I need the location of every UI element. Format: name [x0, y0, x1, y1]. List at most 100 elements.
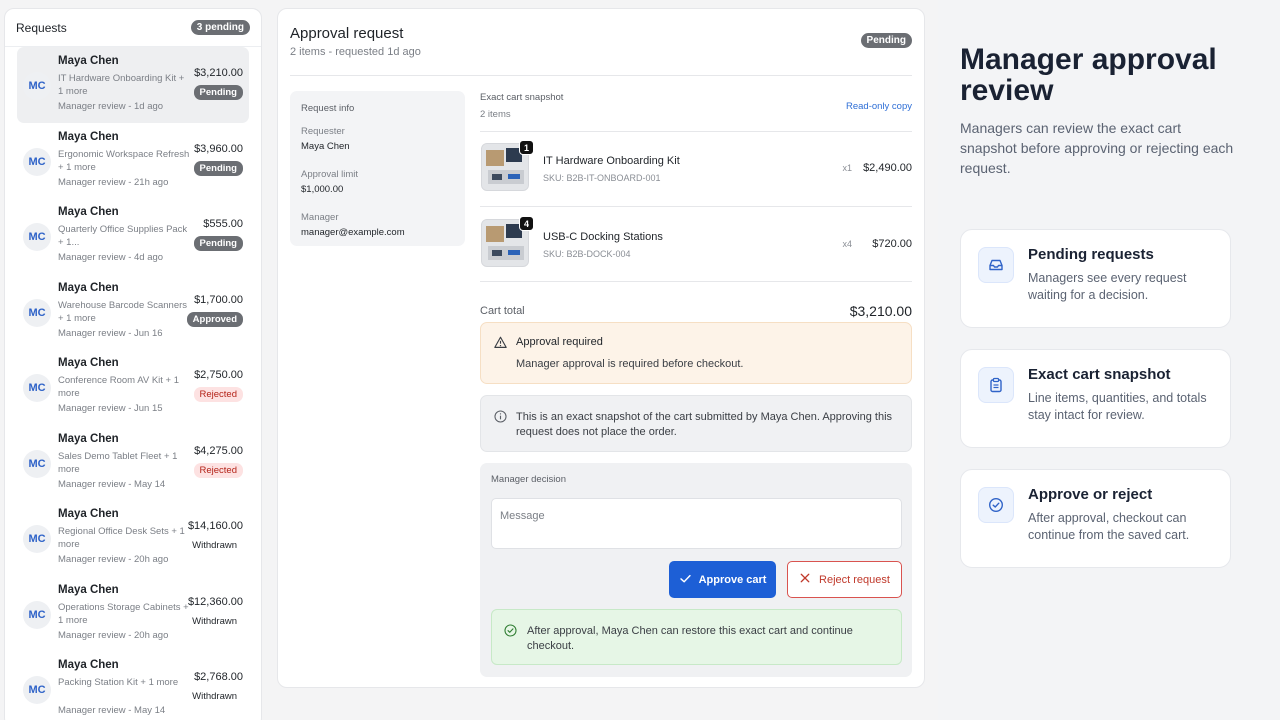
avatar: MC — [23, 374, 51, 402]
requests-header: Requests 3 pending — [5, 9, 261, 47]
quantity-badge: 4 — [519, 216, 534, 231]
requester-label: Requester — [301, 126, 345, 137]
request-meta: Manager review - May 14 — [58, 705, 166, 716]
request-meta: Manager review - Jun 15 — [58, 403, 163, 414]
request-info-title: Request info — [301, 103, 355, 114]
request-item[interactable]: MC Maya Chen Quarterly Office Supplies P… — [17, 198, 249, 274]
divider — [480, 281, 912, 282]
request-item[interactable]: MC Maya Chen Ergonomic Workspace Refresh… — [17, 123, 249, 199]
avatar: MC — [23, 223, 51, 251]
requests-panel: Requests 3 pending MC Maya Chen IT Hardw… — [4, 8, 262, 720]
avatar: MC — [23, 449, 51, 478]
restore-notice-text: After approval, Maya Chen can restore th… — [527, 625, 853, 652]
clipboard-icon — [978, 367, 1014, 403]
approve-cart-button[interactable]: Approve cart — [669, 561, 776, 598]
request-item[interactable]: MC Maya Chen Operations Storage Cabinets… — [17, 576, 249, 652]
restore-cart-notice: After approval, Maya Chen can restore th… — [491, 609, 902, 665]
item-price: $2,490.00 — [863, 162, 912, 174]
item-name: USB-C Docking Stations — [543, 231, 663, 243]
status-badge: Pending — [193, 160, 243, 176]
request-meta: Manager review - May 14 — [58, 478, 166, 490]
status-badge: Withdrawn — [186, 689, 243, 704]
request-meta: Manager review - Jun 16 — [58, 327, 163, 339]
request-meta: Manager review - 1d ago — [58, 101, 164, 112]
request-name: Maya Chen — [58, 583, 119, 596]
reject-label: Reject request — [819, 573, 890, 586]
warning-icon — [494, 336, 507, 354]
info-note-text: This is an exact snapshot of the cart su… — [516, 411, 893, 438]
item-sku: SKU: B2B-DOCK-004 — [543, 249, 631, 259]
check-icon — [679, 572, 692, 588]
request-description: Ergonomic Workspace Refresh + 1 more — [58, 148, 190, 173]
requester-value: Maya Chen — [301, 141, 350, 152]
request-name: Maya Chen — [58, 357, 119, 369]
request-name: Maya Chen — [58, 206, 119, 218]
request-item[interactable]: MC Maya Chen Conference Room AV Kit + 1 … — [17, 349, 249, 425]
request-item[interactable]: MC Maya Chen Sales Demo Tablet Fleet + 1… — [17, 425, 249, 501]
page-title: Approval request — [290, 25, 404, 42]
approval-limit-label: Approval limit — [301, 169, 359, 180]
item-name: IT Hardware Onboarding Kit — [543, 155, 680, 167]
request-meta: Manager review - 20h ago — [58, 629, 169, 641]
request-item[interactable]: MC Maya Chen IT Hardware Onboarding Kit … — [17, 47, 249, 123]
close-icon — [799, 572, 811, 587]
check-circle-icon — [978, 487, 1014, 523]
reject-request-button[interactable]: Reject request — [787, 561, 902, 598]
request-item[interactable]: MC Maya Chen Packing Station Kit + 1 mor… — [17, 651, 249, 720]
request-description: Conference Room AV Kit + 1 more — [58, 375, 180, 399]
manager-value: manager@example.com — [301, 227, 405, 238]
request-amount: $1,700.00 — [194, 293, 243, 306]
request-name: Maya Chen — [58, 508, 119, 520]
request-description: Packing Station Kit + 1 more — [58, 677, 179, 688]
app-area: Requests 3 pending MC Maya Chen IT Hardw… — [0, 0, 938, 720]
avatar: MC — [23, 147, 51, 176]
request-description: Quarterly Office Supplies Pack + 1... — [58, 224, 188, 248]
feature-overview: Manager approval review Managers can rev… — [938, 0, 1280, 720]
request-meta: Manager review - 21h ago — [58, 176, 169, 188]
request-description: Regional Office Desk Sets + 1 more — [58, 526, 185, 550]
request-name: Maya Chen — [58, 281, 119, 294]
requests-title: Requests — [16, 20, 67, 35]
item-sku: SKU: B2B-IT-ONBOARD-001 — [543, 173, 661, 183]
request-name: Maya Chen — [58, 659, 119, 671]
manager-decision-section: Manager decision Approve cart Reject req… — [480, 463, 912, 677]
request-description: Sales Demo Tablet Fleet + 1 more — [58, 450, 178, 475]
approval-required-alert: Approval required Manager approval is re… — [480, 322, 912, 384]
avatar: MC — [23, 676, 51, 704]
status-badge: Rejected — [193, 462, 243, 478]
request-amount: $2,750.00 — [194, 369, 243, 381]
feature-card-snapshot: Exact cart snapshot Line items, quantiti… — [960, 349, 1231, 448]
request-description: Operations Storage Cabinets + 1 more — [58, 601, 189, 626]
hero-subtitle: Managers can review the exact cart snaps… — [960, 120, 1234, 176]
request-name: Maya Chen — [58, 432, 119, 445]
approve-label: Approve cart — [698, 573, 767, 586]
pending-count-badge: 3 pending — [190, 20, 250, 35]
request-info-card: Request info Requester Maya Chen Approva… — [290, 91, 465, 246]
request-amount: $3,210.00 — [194, 67, 243, 79]
cart-item: 4 USB-C Docking Stations SKU: B2B-DOCK-0… — [480, 206, 912, 281]
cart-total-value: $3,210.00 — [849, 303, 912, 319]
request-amount: $4,275.00 — [194, 444, 243, 457]
read-only-copy-link[interactable]: Read-only copy — [846, 101, 912, 112]
request-item[interactable]: MC Maya Chen Warehouse Barcode Scanners … — [17, 274, 249, 350]
feature-description: Line items, quantities, and totals stay … — [1028, 391, 1207, 422]
request-amount: $2,768.00 — [194, 671, 243, 683]
feature-title: Approve or reject — [1028, 486, 1153, 503]
feature-description: Managers see every request waiting for a… — [1028, 271, 1187, 302]
item-quantity: x1 — [842, 163, 852, 173]
request-item[interactable]: MC Maya Chen Regional Office Desk Sets +… — [17, 500, 249, 576]
request-meta: Manager review - 4d ago — [58, 252, 164, 263]
request-amount: $555.00 — [203, 218, 243, 230]
message-input[interactable] — [491, 498, 902, 549]
status-badge: Withdrawn — [186, 613, 243, 629]
item-quantity: x4 — [842, 239, 852, 249]
status-badge: Approved — [186, 311, 243, 327]
feature-title: Exact cart snapshot — [1028, 366, 1171, 383]
snapshot-info-note: This is an exact snapshot of the cart su… — [480, 395, 912, 452]
avatar: MC — [23, 600, 51, 629]
check-circle-icon — [504, 624, 517, 642]
inbox-icon — [978, 247, 1014, 283]
cart-title: Exact cart snapshot — [480, 92, 564, 103]
decision-label: Manager decision — [491, 474, 566, 485]
status-badge: Pending — [193, 236, 243, 251]
